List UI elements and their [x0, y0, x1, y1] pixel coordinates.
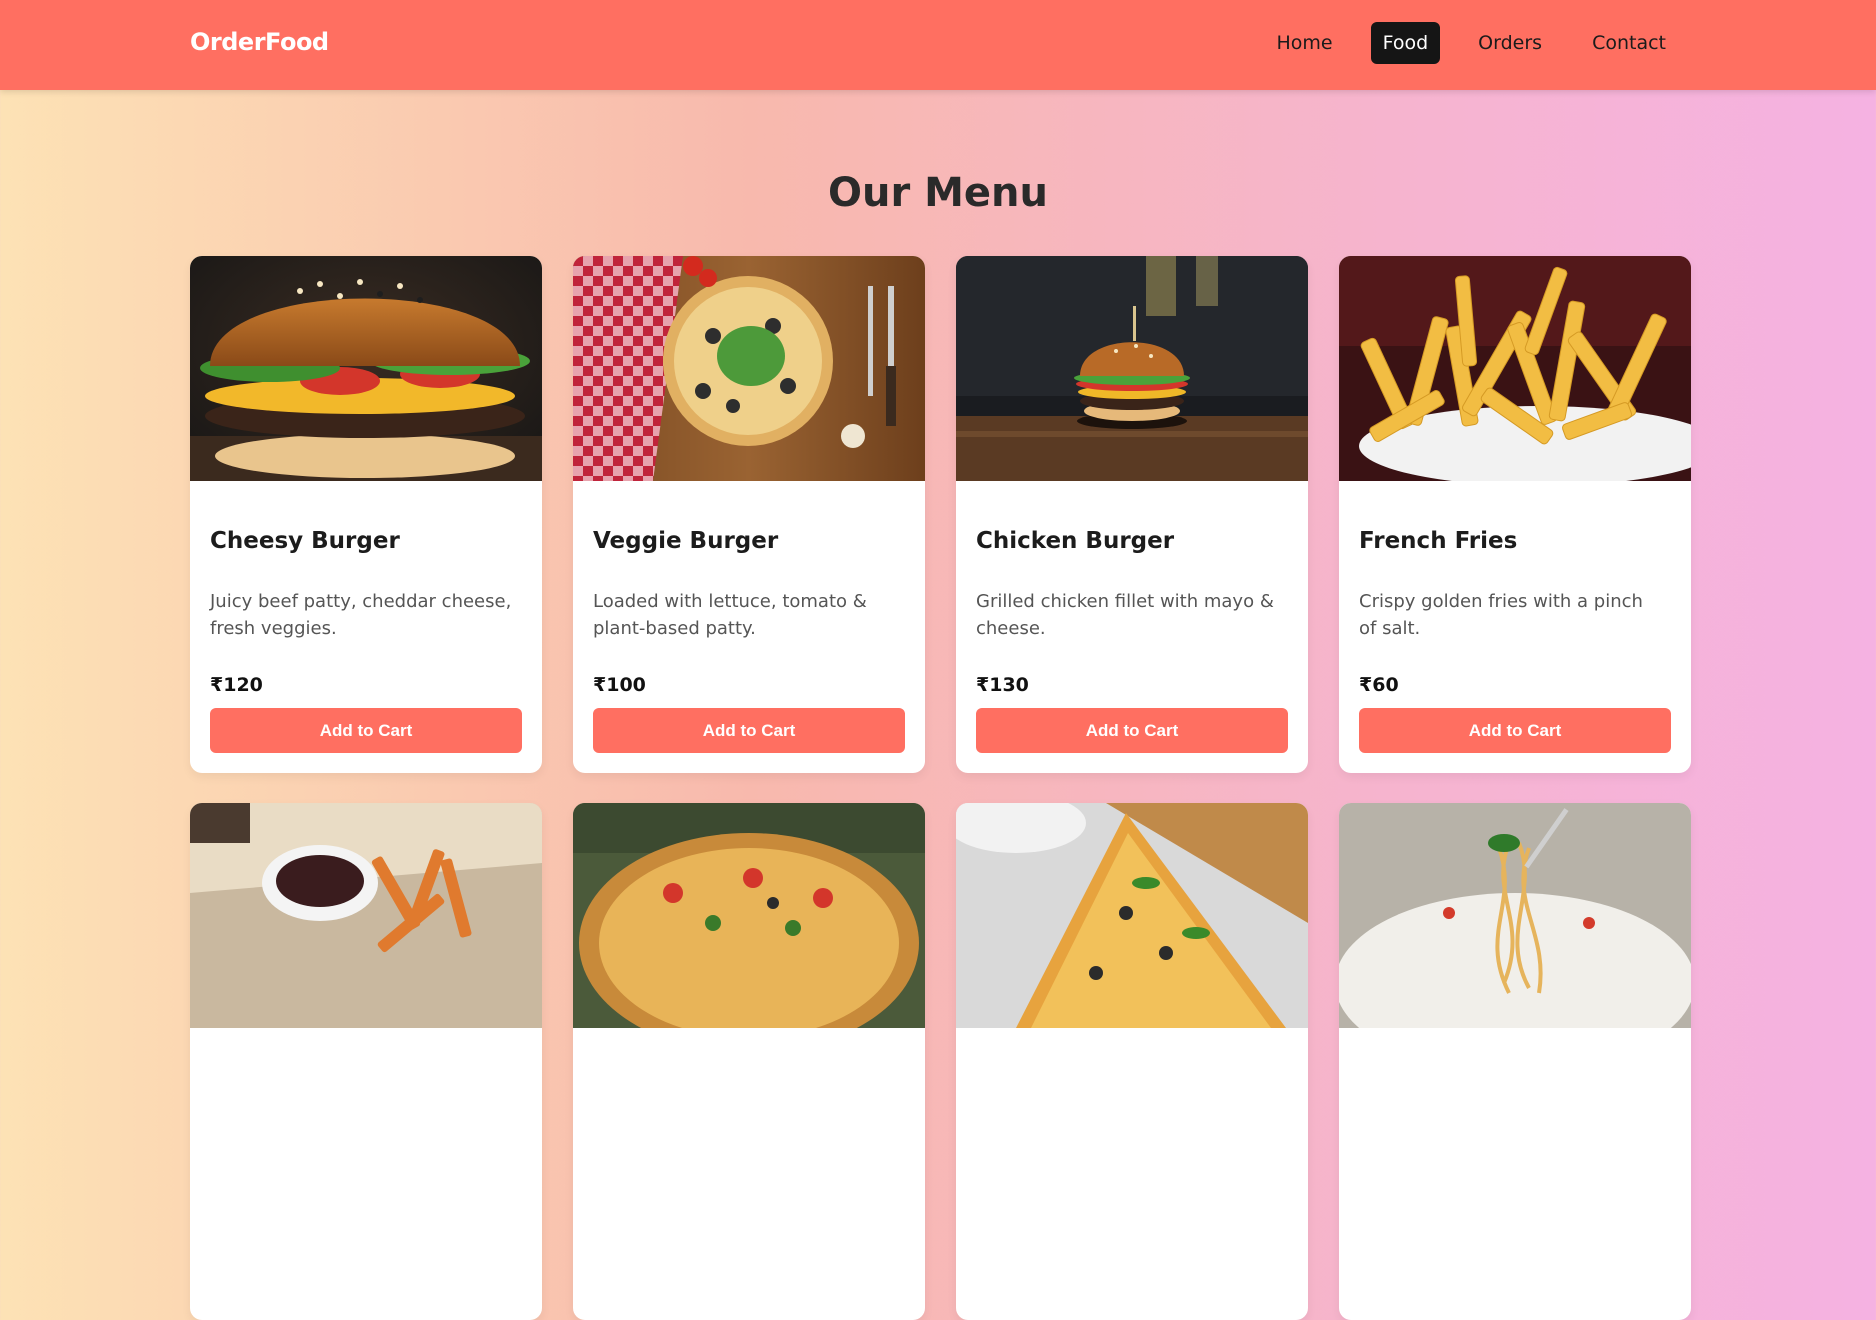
chicken-burger-image [956, 256, 1308, 481]
veggie-burger-image [573, 256, 925, 481]
item-description: Juicy beef patty, cheddar cheese, fresh … [210, 591, 512, 639]
spaghetti-image [1339, 803, 1691, 1028]
nav-home[interactable]: Home [1265, 22, 1345, 64]
vegetable-pizza-image [573, 803, 925, 1028]
menu-card [1339, 803, 1691, 1320]
french-fries-photo [1339, 256, 1691, 481]
nav-orders[interactable]: Orders [1466, 22, 1554, 64]
cheesy-burger-photo [190, 256, 542, 481]
item-price: ₹100 [593, 674, 646, 696]
item-price: ₹60 [1359, 674, 1399, 696]
item-name: Chicken Burger [976, 528, 1175, 554]
vegetable-pizza-photo [573, 803, 925, 1028]
nav-food[interactable]: Food [1370, 22, 1441, 64]
sweet-potato-fries-image [190, 803, 542, 1028]
item-description: Grilled chicken fillet with mayo & chees… [976, 591, 1274, 639]
spaghetti-photo [1339, 803, 1691, 1028]
menu-card [573, 803, 925, 1320]
item-description: Loaded with lettuce, tomato & plant-base… [593, 591, 867, 639]
brand-logo[interactable]: OrderFood [190, 28, 329, 56]
item-price: ₹120 [210, 674, 263, 696]
item-name: Veggie Burger [593, 528, 779, 554]
menu-card: Veggie Burger Loaded with lettuce, tomat… [573, 256, 925, 773]
sweet-potato-fries-with-dip-photo [190, 803, 542, 1028]
menu-card [956, 803, 1308, 1320]
cheesy-burger-image [190, 256, 542, 481]
menu-card: Cheesy Burger Juicy beef patty, cheddar … [190, 256, 542, 773]
pizza-slices-photo [956, 803, 1308, 1028]
pizza-on-wooden-board-photo [573, 256, 925, 481]
item-name: Cheesy Burger [210, 528, 400, 554]
menu-card: French Fries Crispy golden fries with a … [1339, 256, 1691, 773]
menu-card [190, 803, 542, 1320]
pizza-slices-image [956, 803, 1308, 1028]
item-name: French Fries [1359, 528, 1518, 554]
menu-card: Chicken Burger Grilled chicken fillet wi… [956, 256, 1308, 773]
add-to-cart-button[interactable]: Add to Cart [593, 708, 905, 753]
french-fries-image [1339, 256, 1691, 481]
menu-grid: Cheesy Burger Juicy beef patty, cheddar … [190, 256, 1691, 1320]
nav-links: Home Food Orders Contact [1239, 22, 1679, 64]
page-title: Our Menu [827, 170, 1049, 216]
add-to-cart-button[interactable]: Add to Cart [1359, 708, 1671, 753]
chicken-burger-photo [956, 256, 1308, 481]
item-description: Crispy golden fries with a pinch of salt… [1359, 591, 1643, 639]
add-to-cart-button[interactable]: Add to Cart [976, 708, 1288, 753]
add-to-cart-button[interactable]: Add to Cart [210, 708, 522, 753]
nav-contact[interactable]: Contact [1580, 22, 1678, 64]
item-price: ₹130 [976, 674, 1029, 696]
navbar: OrderFood Home Food Orders Contact [0, 0, 1876, 90]
